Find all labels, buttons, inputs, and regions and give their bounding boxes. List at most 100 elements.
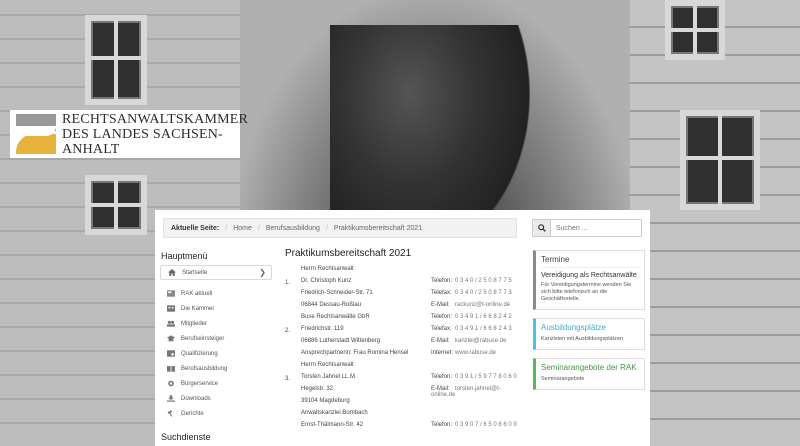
content-area: Praktikumsbereitschaft 2021 1. Herrn Rech… bbox=[285, 248, 525, 434]
graduation-icon bbox=[167, 335, 175, 342]
entry-line: 06886 Lutherstadt Wittenberg E-Mail: kanzl… bbox=[285, 338, 525, 350]
menu-item-label: Berufsausbildung bbox=[181, 365, 228, 372]
widget-title: Termine bbox=[541, 255, 639, 268]
widget-seminarangebote: Seminarangebote der RAK Seminarangebote bbox=[533, 358, 645, 390]
entry-line: Friedrich-Schneider-Str. 71 Telefax: 0 3 4… bbox=[285, 290, 525, 302]
users-icon bbox=[167, 320, 175, 327]
breadcrumb-separator: / bbox=[225, 224, 228, 232]
certificate-icon bbox=[167, 350, 175, 357]
contact-entry: 1. Herrn Rechtsanwalt Dr. Christoph Kunz Te… bbox=[285, 266, 525, 314]
menu-item-label: RAK aktuell bbox=[181, 290, 213, 297]
logo-text: RECHTSANWALTSKAMMER DES LANDES SACHSEN-A… bbox=[62, 112, 248, 157]
menu-item-berufsausbildung[interactable]: Berufsausbildung bbox=[160, 361, 272, 376]
entry-line: Herrn Rechtsanwalt bbox=[285, 362, 525, 374]
search-services-title: Suchdienste bbox=[161, 432, 211, 442]
address-text: 39104 Magdeburg bbox=[301, 398, 350, 404]
search-box bbox=[532, 219, 642, 237]
menu-item-rak-aktuell[interactable]: RAK aktuell bbox=[160, 286, 272, 301]
menu-title: Hauptmenü bbox=[161, 251, 208, 261]
entry-line: Ernst-Thälmann-Str. 42 Telefon: 0 3 9 0 7 … bbox=[285, 422, 525, 434]
contact-value: 0 3 4 0 / 2 5 0 8 7 7 5 bbox=[455, 278, 512, 284]
main-panel: Aktuelle Seite: / Home / Berufsausbildun… bbox=[155, 210, 650, 446]
breadcrumb-separator: / bbox=[257, 224, 260, 232]
contact-list: 1. Herrn Rechtsanwalt Dr. Christoph Kunz Te… bbox=[285, 266, 525, 434]
contact-detail: Telefon: 0 3 4 0 / 2 5 0 8 7 7 5 bbox=[431, 278, 512, 284]
entry-line: Dr. Christoph Kunz Telefon: 0 3 4 0 / 2 5 … bbox=[285, 278, 525, 290]
breadcrumb-separator: / bbox=[325, 224, 328, 232]
menu-item-die-kammer[interactable]: Die Kammer bbox=[160, 301, 272, 316]
contact-detail: Telefon: 0 3 9 1 / 5 9 7 7 8 0 6 0 bbox=[431, 374, 517, 380]
education-icon bbox=[167, 366, 175, 372]
menu-item-startseite[interactable]: Startseite ❯ bbox=[160, 265, 272, 280]
widget-subtitle[interactable]: Vereidigung als Rechtsanwälte bbox=[541, 272, 639, 279]
address-text: Herrn Rechtsanwalt bbox=[301, 362, 354, 368]
address-text: Dr. Christoph Kunz bbox=[301, 278, 352, 284]
widget-body: Für Vereidigungstermine wenden Sie sich … bbox=[541, 282, 632, 302]
address-text: Ernst-Thälmann-Str. 42 bbox=[301, 422, 364, 428]
contact-value: 0 3 4 0 / 2 5 0 8 7 7 3 bbox=[455, 290, 512, 296]
contact-detail: Telefon: 0 3 9 0 7 / 6 5 0 8 6 0 9 bbox=[431, 422, 517, 428]
menu-item-label: Qualifizierung bbox=[181, 350, 218, 357]
breadcrumb-current: Praktikumsbereitschaft 2021 bbox=[333, 224, 423, 232]
contact-detail: Telefon: 0 3 4 9 1 / 6 6 8 2 4 2 bbox=[431, 314, 512, 320]
widget-title[interactable]: Ausbildungsplätze bbox=[541, 323, 639, 332]
entry-line: Torsten Jahnel LL.M. Telefon: 0 3 9 1 / 5 … bbox=[285, 374, 525, 386]
contact-detail: Telefax: 0 3 4 0 / 2 5 0 8 7 7 3 bbox=[431, 290, 512, 296]
contact-link[interactable]: www.rabuse.de bbox=[455, 350, 496, 356]
widget-termine: Termine Vereidigung als Rechtsanwälte Fü… bbox=[533, 250, 645, 310]
entry-line: Herrn Rechtsanwalt bbox=[285, 266, 525, 278]
contact-detail: Telefax: 0 3 4 9 1 / 6 6 8 2 4 3 bbox=[431, 326, 512, 332]
address-text: Buse Rechtsanwälte GbR bbox=[301, 314, 370, 320]
search-input[interactable] bbox=[550, 219, 642, 237]
breadcrumb-home[interactable]: Home bbox=[233, 225, 252, 232]
building-icon bbox=[167, 305, 175, 312]
news-icon bbox=[167, 290, 175, 297]
contact-key: E-Mail: bbox=[431, 338, 450, 344]
breadcrumb-berufsausbildung[interactable]: Berufsausbildung bbox=[266, 225, 320, 232]
address-text: Friedrichstr. 119 bbox=[301, 326, 344, 332]
contact-link[interactable]: rackunz@t-online.de bbox=[455, 302, 510, 308]
menu-item-downloads[interactable]: Downloads bbox=[160, 391, 272, 406]
site-logo[interactable]: RECHTSANWALTSKAMMER DES LANDES SACHSEN-A… bbox=[10, 110, 248, 158]
gavel-icon bbox=[167, 410, 173, 417]
breadcrumb-label: Aktuelle Seite: bbox=[171, 224, 220, 232]
logo-mark-icon bbox=[16, 114, 56, 154]
search-icon bbox=[537, 224, 546, 232]
widget-title[interactable]: Seminarangebote der RAK bbox=[541, 363, 639, 372]
contact-value: 0 3 9 0 7 / 6 5 0 8 6 0 9 bbox=[455, 422, 517, 428]
search-button[interactable] bbox=[532, 219, 550, 237]
service-icon bbox=[168, 380, 174, 387]
contact-link[interactable]: kanzlei@rabuse.de bbox=[455, 338, 506, 344]
entry-line: Ansprechpartnerin: Frau Romina Hensel Int… bbox=[285, 350, 525, 362]
menu-item-berufseinsteiger[interactable]: Berufseinsteiger bbox=[160, 331, 272, 346]
page-title: Praktikumsbereitschaft 2021 bbox=[285, 248, 412, 259]
contact-entry: Anwaltskanzlei Bombach Ernst-Thälmann-Str… bbox=[285, 410, 525, 434]
menu-item-buergerservice[interactable]: Bürgerservice bbox=[160, 376, 272, 391]
contact-key: Telefon: bbox=[431, 422, 453, 428]
contact-entry: 2. Buse Rechtsanwälte GbR Telefon: 0 3 4 9 … bbox=[285, 314, 525, 362]
address-text: 06844 Dessau-Roßlau bbox=[301, 302, 362, 308]
widget-link[interactable]: Seminarangebote bbox=[541, 376, 639, 383]
menu-item-label: Mitglieder bbox=[181, 320, 208, 327]
widget-link[interactable]: Kanzleien mit Ausbildungsplätzen bbox=[541, 336, 639, 343]
address-text: 06886 Lutherstadt Wittenberg bbox=[301, 338, 381, 344]
chevron-right-icon: ❯ bbox=[259, 268, 266, 277]
contact-key: E-Mail: bbox=[431, 302, 450, 308]
menu-item-gerichte[interactable]: Gerichte bbox=[160, 406, 272, 421]
menu-item-qualifizierung[interactable]: Qualifizierung bbox=[160, 346, 272, 361]
logo-line-2: DES LANDES SACHSEN-ANHALT bbox=[62, 126, 223, 157]
menu-item-label: Bürgerservice bbox=[181, 380, 219, 387]
entry-line: Anwaltskanzlei Bombach bbox=[285, 410, 525, 422]
menu-item-label: Gerichte bbox=[181, 410, 204, 417]
address-text: Hegelstr. 32 bbox=[301, 386, 334, 392]
entry-line: Friedrichstr. 119 Telefax: 0 3 4 9 1 / 6 6… bbox=[285, 326, 525, 338]
main-menu: Hauptmenü Startseite ❯ RAK aktuell Die K… bbox=[160, 248, 272, 446]
contact-entry: 3. Herrn Rechtsanwalt Torsten Jahnel LL.M.… bbox=[285, 362, 525, 410]
menu-item-mitglieder[interactable]: Mitglieder bbox=[160, 316, 272, 331]
entry-line: 39104 Magdeburg bbox=[285, 398, 525, 410]
contact-value: 0 3 9 1 / 5 9 7 7 8 0 6 0 bbox=[455, 374, 517, 380]
contact-key: Telefon: bbox=[431, 278, 453, 284]
entry-line: Hegelstr. 32 E-Mail: torsten.jahnel@t-onli… bbox=[285, 386, 525, 398]
contact-key: Telefax: bbox=[431, 326, 452, 332]
address-text: Herrn Rechtsanwalt bbox=[301, 266, 354, 272]
